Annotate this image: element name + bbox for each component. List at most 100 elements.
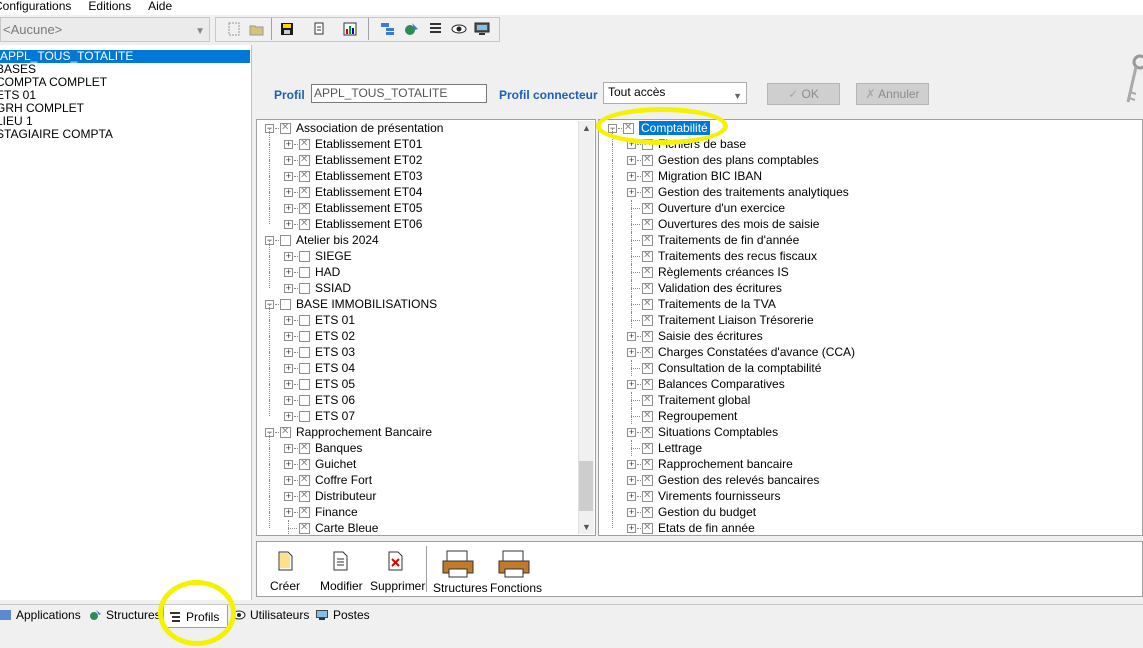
map-icon[interactable] — [403, 20, 421, 38]
tree-item-label[interactable]: Distributeur — [315, 489, 376, 503]
expand-icon[interactable]: + — [627, 460, 636, 469]
menu-configurations[interactable]: Configurations — [0, 0, 88, 15]
tree-item-label[interactable]: Validation des écritures — [658, 281, 782, 295]
tree-checkbox[interactable] — [280, 235, 291, 246]
expand-icon[interactable]: + — [284, 332, 293, 341]
tree-checkbox[interactable] — [642, 506, 653, 518]
tree-checkbox[interactable] — [299, 186, 310, 198]
tree-checkbox[interactable] — [299, 331, 310, 342]
tree-checkbox[interactable] — [642, 282, 653, 294]
tree-item[interactable]: Consultation de la comptabilité — [658, 360, 821, 376]
tree-checkbox[interactable] — [642, 250, 653, 262]
tree-item[interactable]: Traitements des recus fiscaux — [658, 248, 817, 264]
tree-item[interactable]: Etats de fin année — [658, 520, 755, 535]
tree-checkbox[interactable] — [299, 474, 310, 486]
tree-item[interactable]: Finance — [315, 504, 358, 520]
expand-icon[interactable]: + — [284, 220, 293, 229]
tree-checkbox[interactable] — [299, 411, 310, 422]
expand-icon[interactable]: + — [284, 188, 293, 197]
tree-item-label[interactable]: Carte Bleue — [315, 521, 378, 535]
tree-item-label[interactable]: Etablissement ET06 — [315, 217, 422, 231]
tree-item-label[interactable]: BASE IMMOBILISATIONS — [296, 297, 437, 311]
monitor-icon[interactable] — [473, 20, 491, 38]
tree-checkbox[interactable] — [299, 267, 310, 278]
tree-item-label[interactable]: Traitements de fin d'année — [658, 233, 799, 247]
tree-item-label[interactable]: ETS 03 — [315, 345, 355, 359]
expand-icon[interactable]: + — [284, 156, 293, 165]
expand-icon[interactable]: + — [627, 172, 636, 181]
tree-checkbox[interactable] — [299, 522, 310, 534]
expand-icon[interactable]: + — [284, 284, 293, 293]
tree-item[interactable]: Coffre Fort — [315, 472, 372, 488]
tree-item-label[interactable]: Gestion des relevés bancaires — [658, 473, 819, 487]
tree-checkbox[interactable] — [299, 379, 310, 390]
expand-icon[interactable]: + — [627, 188, 636, 197]
tree-checkbox[interactable] — [642, 426, 653, 438]
tree-item-label[interactable]: Rapprochement Bancaire — [296, 425, 432, 439]
tree-checkbox[interactable] — [642, 378, 653, 390]
tree-item[interactable]: Etablissement ET01 — [315, 136, 422, 152]
tree-checkbox[interactable] — [642, 186, 653, 198]
expand-icon[interactable]: + — [284, 396, 293, 405]
profile-list-item[interactable]: COMPTA COMPLET — [0, 76, 251, 89]
profile-list-item[interactable]: APPL_TOUS_TOTALITE — [0, 50, 250, 63]
tree-item-label[interactable]: Etats de fin année — [658, 521, 755, 535]
annuler-button[interactable]: ✗ Annuler — [856, 83, 929, 105]
tree-item[interactable]: Ouverture d'un exercice — [658, 200, 785, 216]
scroll-down-icon[interactable]: ▼ — [582, 522, 591, 532]
tree-item[interactable]: Etablissement ET06 — [315, 216, 422, 232]
new-icon[interactable] — [225, 20, 243, 38]
tree-item-label[interactable]: Traitement Liaison Trésorerie — [658, 313, 814, 327]
tree-item[interactable]: Balances Comparatives — [658, 376, 785, 392]
expand-icon[interactable]: + — [627, 348, 636, 357]
scroll-up-icon[interactable]: ▲ — [582, 123, 591, 133]
tree-item-label[interactable]: HAD — [315, 265, 340, 279]
tree-item-label[interactable]: Guichet — [315, 457, 356, 471]
tree-item-label[interactable]: SIEGE — [315, 249, 352, 263]
tree-item[interactable]: Saisie des écritures — [658, 328, 763, 344]
tree-item[interactable]: BASE IMMOBILISATIONS — [296, 296, 437, 312]
tree-item[interactable]: Etablissement ET05 — [315, 200, 422, 216]
tree-checkbox[interactable] — [642, 458, 653, 470]
tree-item-label[interactable]: Association de présentation — [296, 121, 443, 135]
tree-checkbox[interactable] — [642, 474, 653, 486]
tree-item[interactable]: Traitements de fin d'année — [658, 232, 799, 248]
tree-item[interactable]: Atelier bis 2024 — [296, 232, 379, 248]
supprimer-button[interactable]: Supprimer — [370, 549, 425, 593]
expand-icon[interactable]: + — [284, 412, 293, 421]
expand-icon[interactable]: + — [627, 508, 636, 517]
profil-input[interactable]: APPL_TOUS_TOTALITE — [311, 84, 487, 103]
tree-item[interactable]: Gestion du budget — [658, 504, 756, 520]
tree-item-label[interactable]: Règlements créances IS — [658, 265, 789, 279]
tree-checkbox[interactable] — [642, 330, 653, 342]
tree-checkbox[interactable] — [299, 218, 310, 230]
scrollbar-thumb[interactable] — [579, 461, 593, 511]
tree-checkbox[interactable] — [642, 266, 653, 278]
tree-checkbox[interactable] — [299, 442, 310, 454]
tree-item[interactable]: ETS 07 — [315, 408, 355, 424]
tree-checkbox[interactable] — [642, 410, 653, 422]
tree-checkbox[interactable] — [299, 490, 310, 502]
expand-icon[interactable]: + — [284, 268, 293, 277]
tree-item[interactable]: Etablissement ET04 — [315, 184, 422, 200]
tree-item[interactable]: Association de présentation — [296, 120, 443, 136]
tree-item-label[interactable]: Gestion des plans comptables — [658, 153, 819, 167]
tree-item-label[interactable]: Ouvertures des mois de saisie — [658, 217, 819, 231]
tree-item[interactable]: Guichet — [315, 456, 356, 472]
tree-checkbox[interactable] — [642, 170, 653, 182]
tree-item-label[interactable]: ETS 04 — [315, 361, 355, 375]
tree-item[interactable]: ETS 02 — [315, 328, 355, 344]
tree-item-label[interactable]: Gestion des traitements analytiques — [658, 185, 849, 199]
expand-icon[interactable]: + — [627, 492, 636, 501]
tree-item[interactable]: Lettrage — [658, 440, 702, 456]
tree-checkbox[interactable] — [299, 347, 310, 358]
tree-checkbox[interactable] — [299, 251, 310, 262]
tree-checkbox[interactable] — [299, 283, 310, 294]
tree-checkbox[interactable] — [299, 315, 310, 326]
tree-item[interactable]: Distributeur — [315, 488, 376, 504]
expand-icon[interactable]: + — [627, 524, 636, 533]
expand-icon[interactable]: + — [627, 476, 636, 485]
tree-checkbox[interactable] — [642, 218, 653, 230]
tree-checkbox[interactable] — [642, 346, 653, 358]
save-icon[interactable] — [278, 20, 296, 38]
